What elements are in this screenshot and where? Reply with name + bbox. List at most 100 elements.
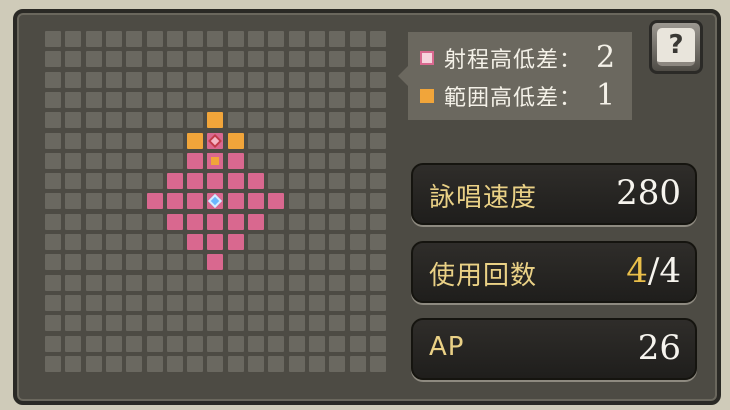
grid-cell xyxy=(45,274,61,291)
grid-cell xyxy=(45,91,61,108)
grid-cell xyxy=(288,173,305,190)
grid-cell xyxy=(349,132,366,149)
grid-cell xyxy=(207,31,224,47)
grid-cell xyxy=(268,254,285,271)
grid-cell xyxy=(308,294,325,311)
stat-value-ap: 26 xyxy=(637,328,681,368)
grid-cell xyxy=(227,335,244,352)
grid-cell-range xyxy=(187,193,204,210)
grid-cell xyxy=(369,315,386,332)
grid-cell xyxy=(85,132,102,149)
grid-cell xyxy=(349,355,366,372)
grid-cell xyxy=(308,315,325,332)
grid-cell xyxy=(65,355,82,372)
grid-cell xyxy=(126,71,143,88)
grid-cell xyxy=(65,152,82,169)
grid-cell xyxy=(45,112,61,129)
legend-pointer xyxy=(398,66,408,86)
grid-cell xyxy=(65,31,82,47)
stat-ap: AP 26 xyxy=(411,318,697,380)
grid-cell xyxy=(207,71,224,88)
grid-cell xyxy=(187,315,204,332)
grid-cell xyxy=(146,91,163,108)
grid-cell xyxy=(369,355,386,372)
grid-cell xyxy=(105,213,122,230)
grid-cell xyxy=(329,234,346,250)
grid-cell xyxy=(369,274,386,291)
grid-cell-range xyxy=(146,193,163,210)
range-swatch-icon xyxy=(420,50,434,65)
grid-cell xyxy=(166,234,183,250)
grid-cell xyxy=(308,112,325,129)
grid-cell-range xyxy=(187,152,204,169)
grid-cell xyxy=(268,31,285,47)
grid-cell-range xyxy=(248,173,264,190)
grid-cell xyxy=(65,112,82,129)
height-legend: 射程高低差： 2 範囲高低差： 1 xyxy=(408,32,632,120)
uses-max: 4 xyxy=(659,251,681,291)
grid-cell xyxy=(288,51,305,68)
grid-cell xyxy=(369,193,386,210)
grid-cell xyxy=(329,71,346,88)
grid-cell xyxy=(369,71,386,88)
grid-cell xyxy=(329,132,346,149)
grid-cell xyxy=(126,355,143,372)
grid-cell xyxy=(187,31,204,47)
grid-cell xyxy=(187,112,204,129)
grid-cell xyxy=(248,335,264,352)
grid-cell xyxy=(308,31,325,47)
grid-cell xyxy=(126,294,143,311)
grid-cell xyxy=(227,294,244,311)
stat-label-uses: 使用回数 xyxy=(429,261,538,291)
grid-cell xyxy=(248,51,264,68)
grid-cell xyxy=(45,355,61,372)
grid-cell xyxy=(105,315,122,332)
grid-cell xyxy=(288,274,305,291)
grid-cell xyxy=(105,152,122,169)
grid-cell xyxy=(166,274,183,291)
grid-cell xyxy=(268,152,285,169)
grid-cell xyxy=(105,254,122,271)
help-button[interactable]: ? xyxy=(649,20,703,74)
grid-cell xyxy=(65,315,82,332)
grid-cell xyxy=(288,91,305,108)
grid-cell xyxy=(329,355,346,372)
grid-cell xyxy=(308,213,325,230)
grid-cell xyxy=(126,315,143,332)
grid-cell xyxy=(268,51,285,68)
stat-label-ap: AP xyxy=(429,332,465,362)
grid-cell xyxy=(126,254,143,271)
grid-cell xyxy=(65,234,82,250)
grid-cell xyxy=(329,294,346,311)
grid-cell xyxy=(329,152,346,169)
grid-cell xyxy=(166,132,183,149)
uses-sep: / xyxy=(647,251,660,291)
grid-cell xyxy=(207,91,224,108)
grid-cell xyxy=(146,112,163,129)
grid-cell xyxy=(369,91,386,108)
grid-cell xyxy=(329,254,346,271)
grid-cell xyxy=(308,274,325,291)
grid-cell xyxy=(126,132,143,149)
stat-value-cast-speed: 280 xyxy=(616,173,681,213)
grid-cell xyxy=(288,112,305,129)
grid-cell xyxy=(146,315,163,332)
grid-cell xyxy=(248,112,264,129)
grid-cell xyxy=(248,132,264,149)
grid-cell xyxy=(166,71,183,88)
grid-cell xyxy=(45,254,61,271)
grid-cell xyxy=(227,355,244,372)
grid-cell xyxy=(207,355,224,372)
grid-cell xyxy=(65,71,82,88)
grid-cell xyxy=(288,213,305,230)
grid-cell-range xyxy=(207,213,224,230)
grid-cell xyxy=(146,234,163,250)
grid-cell xyxy=(369,31,386,47)
grid-cell xyxy=(207,294,224,311)
grid-cell xyxy=(288,193,305,210)
grid-cell xyxy=(126,193,143,210)
legend-row-range: 射程高低差： 2 xyxy=(420,40,615,75)
grid-cell xyxy=(288,294,305,311)
grid-cell-range xyxy=(166,213,183,230)
grid-cell xyxy=(268,234,285,250)
